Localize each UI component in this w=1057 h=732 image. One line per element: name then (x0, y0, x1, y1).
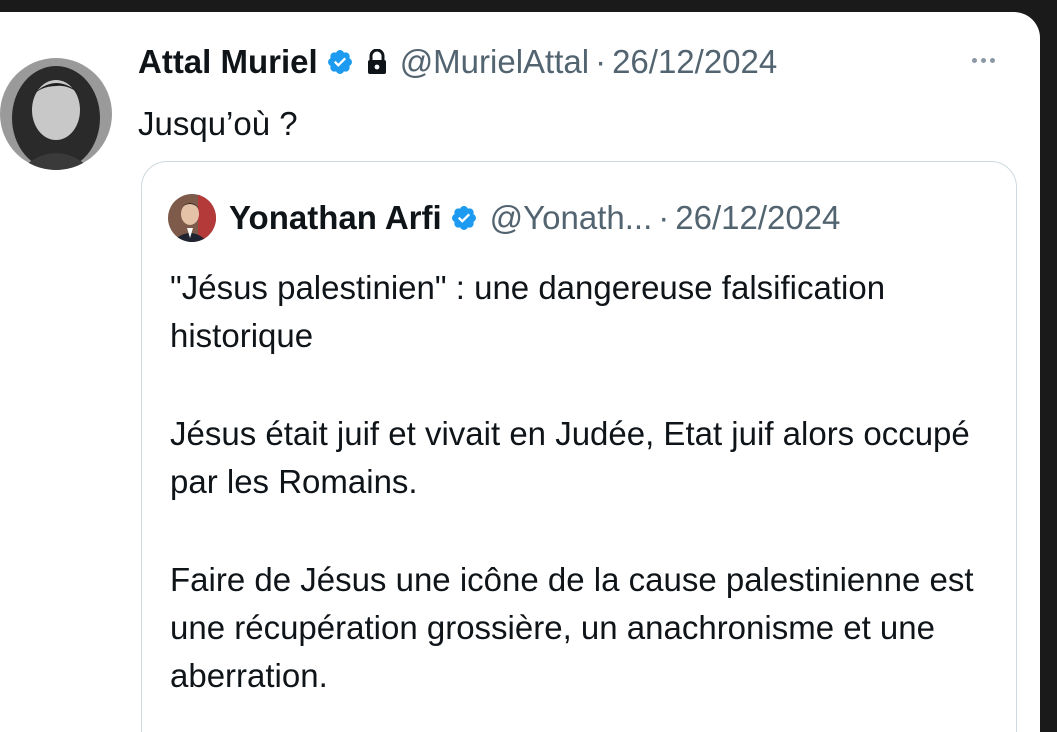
tweet-card: Attal Muriel @MurielAttal · 26/12/2024 J… (0, 12, 1040, 732)
quoted-author-name[interactable]: Yonathan Arfi (229, 198, 442, 238)
author-name[interactable]: Attal Muriel (138, 42, 318, 82)
quoted-paragraph: Faire de Jésus une icône de la cause pal… (170, 561, 974, 694)
tweet-date[interactable]: 26/12/2024 (612, 42, 777, 82)
more-options-icon[interactable] (972, 58, 995, 63)
separator-dot: · (658, 199, 670, 236)
author-avatar[interactable] (0, 58, 112, 170)
author-handle[interactable]: @MurielAttal (400, 42, 589, 82)
quoted-tweet-text: "Jésus palestinien" : une dangereuse fal… (170, 264, 990, 732)
tweet-text: Jusqu’où ? (138, 105, 298, 142)
quoted-tweet-card[interactable]: Yonathan Arfi @Yonath... · 26/12/2024 "J… (141, 161, 1017, 732)
quoted-author-avatar[interactable] (168, 194, 216, 242)
quoted-paragraph: Jésus était juif et vivait en Judée, Eta… (170, 415, 970, 500)
tweet-header: Attal Muriel @MurielAttal · 26/12/2024 (138, 42, 777, 82)
separator-dot: · (595, 43, 607, 80)
quoted-tweet-date[interactable]: 26/12/2024 (675, 198, 840, 238)
verified-badge-icon (450, 204, 478, 232)
lock-icon (366, 49, 388, 75)
verified-badge-icon (326, 48, 354, 76)
quoted-author-handle[interactable]: @Yonath... (490, 198, 653, 238)
quoted-paragraph: "Jésus palestinien" : une dangereuse fal… (170, 269, 886, 354)
quoted-tweet-header: Yonathan Arfi @Yonath... · 26/12/2024 (229, 198, 840, 238)
